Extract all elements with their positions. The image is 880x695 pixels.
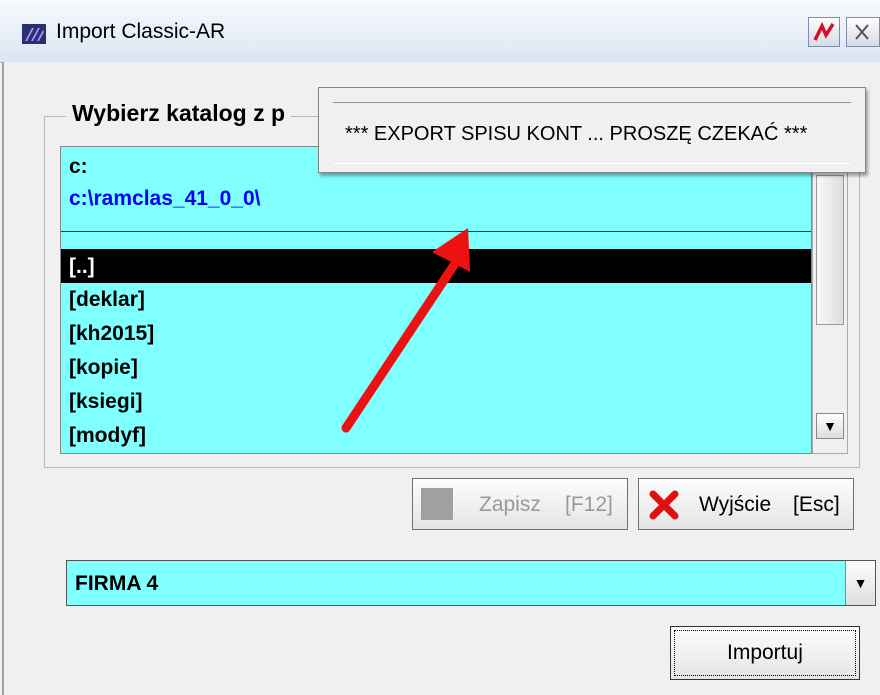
save-label: Zapisz xyxy=(479,493,541,516)
company-select-dropdown[interactable]: ▼ xyxy=(845,561,875,605)
red-x-icon xyxy=(649,490,679,520)
chevron-down-icon: ▼ xyxy=(853,575,868,591)
company-select[interactable]: FIRMA 4 ▼ xyxy=(66,560,876,606)
exit-shortcut: [Esc] xyxy=(793,493,840,516)
save-shortcut: [F12] xyxy=(565,493,613,516)
exit-button[interactable]: Wyjście [Esc] xyxy=(638,478,854,530)
exit-label: Wyjście xyxy=(699,493,772,516)
company-select-value: FIRMA 4 xyxy=(75,572,159,595)
save-button[interactable]: Zapisz [F12] xyxy=(412,478,628,530)
import-label: Importuj xyxy=(727,641,803,664)
import-button[interactable]: Importuj xyxy=(670,626,860,680)
save-square-icon xyxy=(421,488,453,520)
